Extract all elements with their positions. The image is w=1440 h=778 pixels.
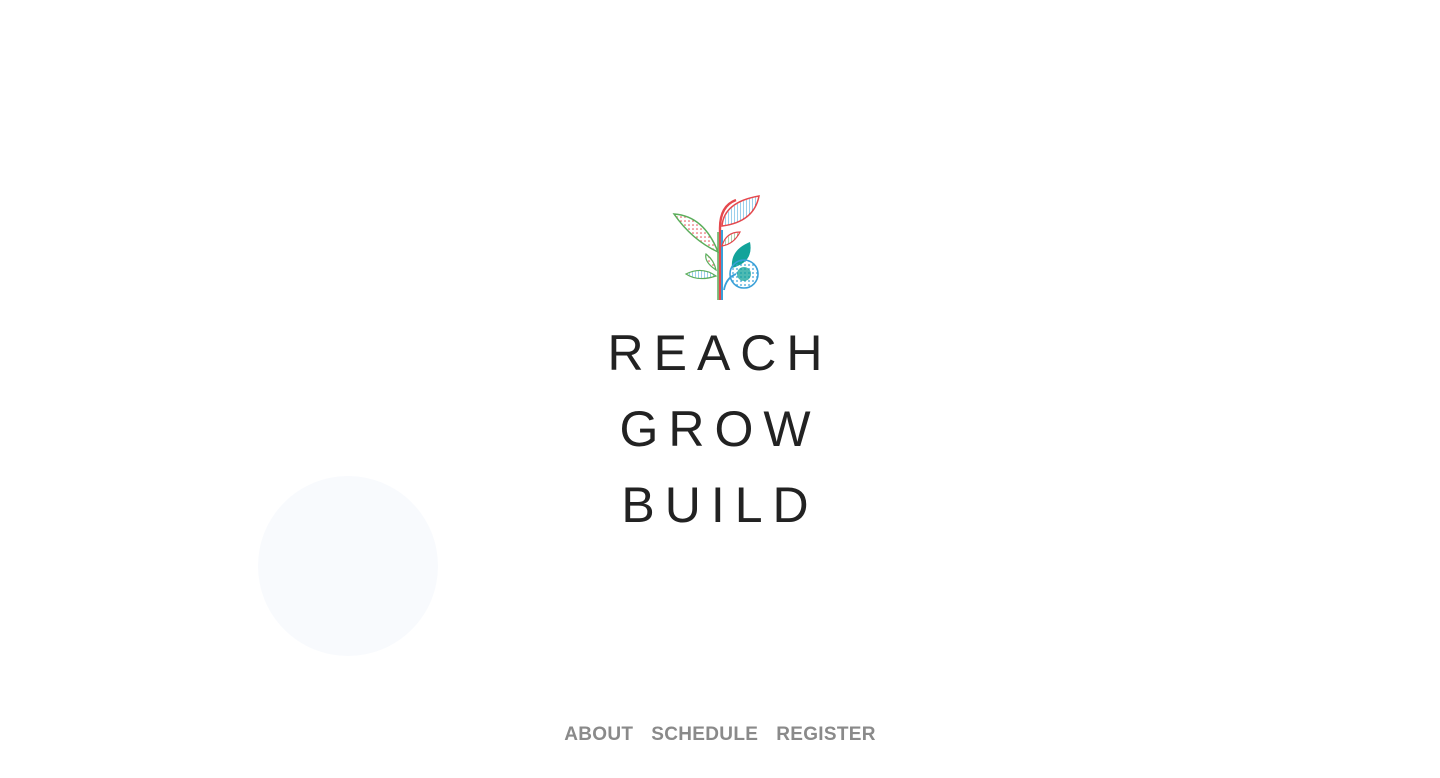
main-nav: ABOUT SCHEDULE REGISTER <box>0 724 1440 746</box>
nav-schedule-link[interactable]: SCHEDULE <box>651 724 758 746</box>
tagline-grow: GROW <box>619 401 821 457</box>
tagline-build: BUILD <box>621 477 819 533</box>
plant-sprout-icon <box>668 192 768 306</box>
tagline-reach: REACH <box>607 325 833 381</box>
nav-about-link[interactable]: ABOUT <box>564 724 633 746</box>
nav-register-link[interactable]: REGISTER <box>776 724 876 746</box>
